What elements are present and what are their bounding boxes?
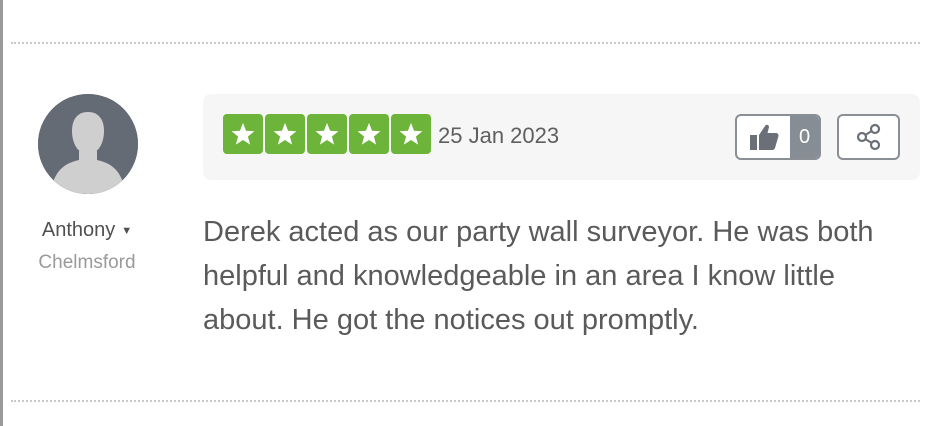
reviewer-name[interactable]: Anthony [42,219,115,241]
share-button[interactable] [837,114,900,160]
top-divider [11,42,920,44]
star-icon [265,114,305,154]
star-icon [307,114,347,154]
reviewer-location: Chelmsford [38,252,136,273]
share-icon[interactable] [854,122,884,152]
caret-down-icon[interactable]: ▼ [121,225,132,237]
bottom-divider [11,400,920,402]
star-icon [391,114,431,154]
like-count: 0 [790,116,819,158]
reviewer-avatar [38,94,138,194]
star-icon [223,114,263,154]
review-text: Derek acted as our party wall surveyor. … [203,216,874,336]
rating-bar: 25 Jan 2023 0 [203,94,920,180]
review-date: 25 Jan 2023 [438,123,560,148]
like-button[interactable]: 0 [735,114,821,160]
star-icon [349,114,389,154]
star-rating [223,114,431,154]
reviewer-name-row[interactable]: Anthony ▼ [3,219,171,242]
person-silhouette-icon [38,94,138,194]
thumbs-up-icon[interactable] [737,116,790,158]
review-card: Anthony ▼ Chelmsford 25 Jan 2023 0 Derek… [0,0,940,426]
